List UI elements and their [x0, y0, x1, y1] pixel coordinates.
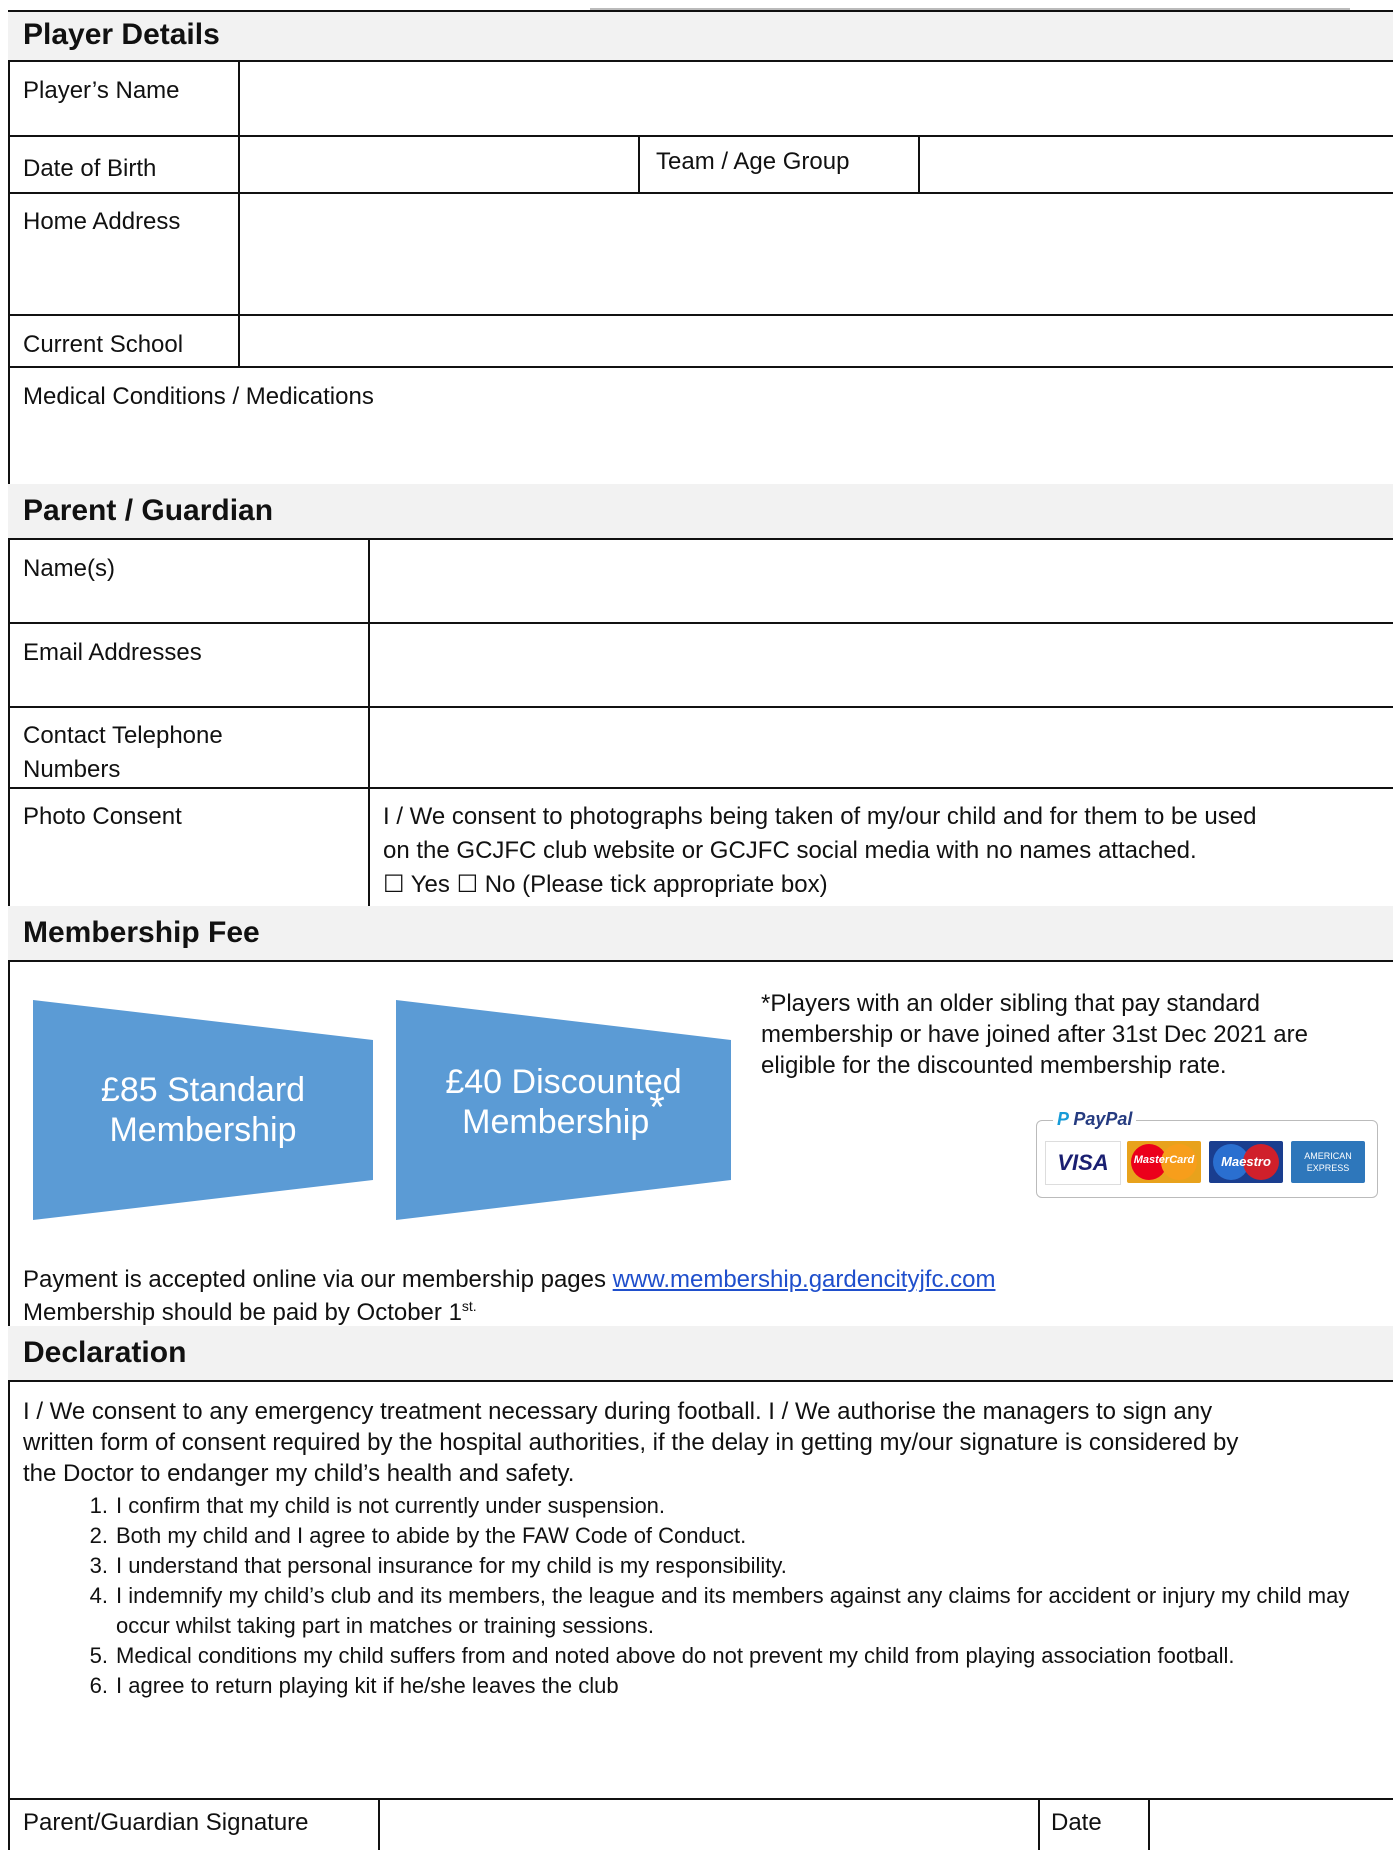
maestro-icon: Maestro — [1209, 1141, 1283, 1183]
list-item-text: Medical conditions my child suffers from… — [116, 1643, 1235, 1668]
discount-note-line1: *Players with an older sibling that pay … — [761, 990, 1260, 1017]
amex-icon: AMERICAN EXPRESS — [1291, 1141, 1365, 1183]
parent-names-label: Name(s) — [23, 555, 116, 582]
player-name-label: Player’s Name — [23, 77, 180, 104]
standard-membership-line2: Membership — [109, 1111, 297, 1149]
list-item-number: 6. — [89, 1673, 108, 1698]
mastercard-label: MasterCard — [1133, 1154, 1195, 1166]
deadline-text-main: Membership should be paid by October 1 — [23, 1299, 462, 1326]
deadline-text: Membership should be paid by October 1st… — [23, 1291, 477, 1328]
parent-guardian-header: Parent / Guardian — [8, 484, 1393, 538]
photo-consent-text-line2: on the GCJFC club website or GCJFC socia… — [383, 837, 1197, 864]
signature-field[interactable] — [380, 1800, 1030, 1850]
discount-note-line2: membership or have joined after 31st Dec… — [761, 1021, 1308, 1048]
list-item-text: Both my child and I agree to abide by th… — [116, 1523, 747, 1548]
list-item-text: I indemnify my child’s club and its memb… — [116, 1583, 1350, 1638]
visa-icon: VISA — [1045, 1141, 1121, 1185]
deadline-sup: st. — [461, 1298, 477, 1314]
parent-names-field[interactable] — [370, 540, 1390, 620]
standard-membership-line1: £85 Standard — [100, 1071, 306, 1109]
email-label: Email Addresses — [23, 639, 202, 666]
phone-label-line2: Numbers — [23, 756, 121, 783]
list-item: 4. I indemnify my child’s club and its me… — [68, 1581, 1368, 1641]
discounted-membership-line1: £40 Discounted — [445, 1063, 682, 1101]
declaration-intro-line2: written form of consent required by the … — [23, 1429, 1239, 1456]
team-field[interactable] — [920, 137, 1390, 191]
no-checkbox[interactable]: ☐ — [457, 871, 479, 898]
list-item-number: 1. — [89, 1493, 108, 1518]
list-item: 3. I understand that personal insurance f… — [68, 1551, 1368, 1581]
list-item: 1. I confirm that my child is not current… — [68, 1491, 1368, 1521]
list-item: 6. I agree to return playing kit if he/sh… — [68, 1671, 1368, 1701]
list-item-number: 3. — [89, 1553, 108, 1578]
phone-field[interactable] — [370, 708, 1390, 784]
medical-label: Medical Conditions / Medications — [23, 383, 374, 410]
parent-guardian-heading: Parent / Guardian — [23, 494, 274, 527]
date-label: Date — [1051, 1809, 1102, 1836]
date-field[interactable] — [1150, 1800, 1390, 1850]
declaration-intro-line3: the Doctor to endanger my child’s health… — [23, 1460, 575, 1487]
discounted-membership-line2: Membership — [462, 1103, 650, 1141]
registration-form: Player Details Player’s Name Date of Bir… — [8, 10, 1393, 1850]
player-details-heading: Player Details — [23, 18, 220, 51]
current-school-field[interactable] — [240, 316, 1390, 364]
declaration-header: Declaration — [8, 1326, 1393, 1380]
medical-field[interactable] — [10, 414, 1390, 482]
yes-checkbox[interactable]: ☐ — [383, 871, 405, 898]
list-item-text: I understand that personal insurance for… — [116, 1553, 787, 1578]
player-details-header: Player Details — [8, 10, 1393, 60]
dob-field[interactable] — [240, 137, 636, 191]
dob-label: Date of Birth — [23, 155, 157, 182]
paypal-label: PayPal — [1073, 1109, 1133, 1129]
mastercard-icon: MasterCard — [1127, 1141, 1201, 1183]
photo-consent-label: Photo Consent — [23, 803, 182, 830]
top-decoration — [590, 0, 1350, 10]
list-item: 5. Medical conditions my child suffers fr… — [68, 1641, 1368, 1671]
payment-methods-logo: P PayPal VISA MasterCard Maestro AMERICA… — [1036, 1109, 1378, 1198]
membership-fee-header: Membership Fee — [8, 906, 1393, 960]
list-item-number: 5. — [89, 1643, 108, 1668]
declaration-intro-line1: I / We consent to any emergency treatmen… — [23, 1398, 1213, 1425]
list-item-text: I confirm that my child is not currently… — [116, 1493, 666, 1518]
declaration-intro: I / We consent to any emergency treatmen… — [23, 1396, 1388, 1489]
discount-note: *Players with an older sibling that pay … — [761, 988, 1308, 1081]
discount-note-line3: eligible for the discounted membership r… — [761, 1052, 1227, 1079]
list-item-text: I agree to return playing kit if he/she … — [116, 1673, 619, 1698]
discounted-membership-line2-wrap: Membership* — [396, 1088, 731, 1142]
declaration-heading: Declaration — [23, 1336, 187, 1369]
list-item-number: 2. — [89, 1523, 108, 1548]
discounted-membership-badge: £40 Discounted Membership* — [396, 1000, 731, 1220]
photo-consent-options: ☐ Yes ☐ No (Please tick appropriate box) — [383, 870, 828, 900]
no-label: No (Please tick appropriate box) — [484, 871, 828, 898]
list-item-number: 4. — [89, 1583, 108, 1608]
signature-label: Parent/Guardian Signature — [23, 1809, 309, 1836]
payment-text-prefix: Payment is accepted online via our membe… — [23, 1266, 613, 1293]
paypal-logo: P PayPal — [1053, 1109, 1137, 1130]
discount-asterisk: * — [649, 1085, 665, 1130]
declaration-list: 1. I confirm that my child is not current… — [68, 1491, 1368, 1701]
phone-label-line1: Contact Telephone — [23, 722, 223, 749]
yes-label: Yes — [410, 871, 450, 898]
standard-membership-badge: £85 Standard Membership — [33, 1000, 373, 1220]
email-field[interactable] — [370, 624, 1390, 704]
photo-consent-text-line1: I / We consent to photographs being take… — [383, 803, 1257, 830]
player-name-field[interactable] — [240, 62, 1390, 134]
home-address-label: Home Address — [23, 208, 181, 235]
membership-link[interactable]: www.membership.gardencityjfc.com — [613, 1266, 996, 1293]
maestro-label: Maestro — [1221, 1154, 1271, 1169]
paypal-icon: P — [1057, 1109, 1069, 1129]
home-address-field[interactable] — [240, 194, 1390, 312]
membership-fee-heading: Membership Fee — [23, 916, 260, 949]
current-school-label: Current School — [23, 331, 184, 358]
team-label: Team / Age Group — [656, 148, 850, 175]
list-item: 2. Both my child and I agree to abide by … — [68, 1521, 1368, 1551]
